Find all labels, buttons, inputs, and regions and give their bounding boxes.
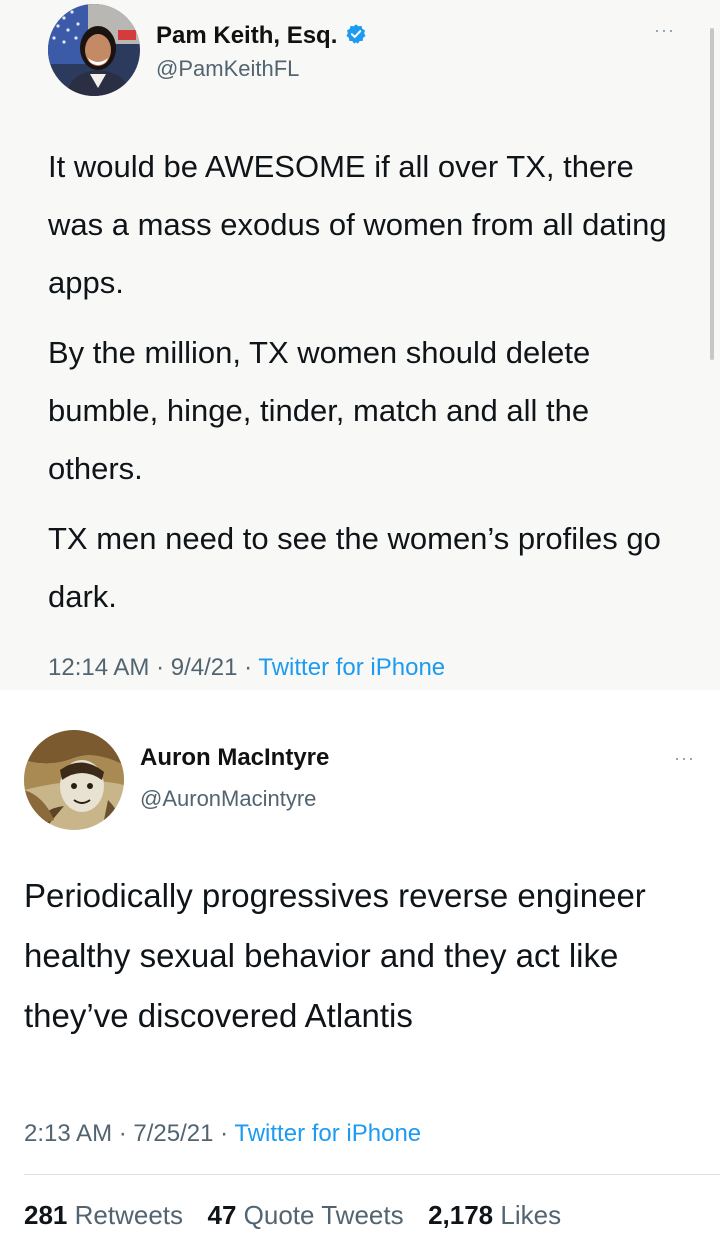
avatar[interactable] <box>24 730 124 830</box>
divider <box>24 1174 720 1175</box>
tweet-text: Periodically progressives reverse engine… <box>24 866 704 1046</box>
tweet-source-link[interactable]: Twitter for iPhone <box>234 1120 421 1147</box>
scrollbar[interactable] <box>710 28 714 360</box>
tweet-date[interactable]: 7/25/21 <box>133 1120 213 1147</box>
meta-separator: · <box>156 654 165 681</box>
likes-label: Likes <box>500 1200 562 1230</box>
author-display-name[interactable]: Pam Keith, Esq. <box>156 22 337 50</box>
tweet-paragraph: TX men need to see the women’s profiles … <box>48 521 661 614</box>
author-handle[interactable]: @AuronMacintyre <box>140 786 316 812</box>
tweet-text: It would be AWESOME if all over TX, ther… <box>48 138 688 638</box>
tweet-date[interactable]: 9/4/21 <box>171 654 238 681</box>
quote-tweets-count: 47 <box>207 1200 237 1230</box>
tweet-time[interactable]: 12:14 AM <box>48 654 149 681</box>
tweet-paragraph: It would be AWESOME if all over TX, ther… <box>48 149 667 300</box>
quote-tweets-stat[interactable]: 47 Quote Tweets <box>207 1200 410 1230</box>
tweet-card-pam-keith[interactable]: Pam Keith, Esq. @PamKeithFL ··· It would… <box>0 0 720 690</box>
avatar[interactable] <box>48 4 140 96</box>
tweet-source-link[interactable]: Twitter for iPhone <box>258 654 445 681</box>
engagement-stats: 281 Retweets 47 Quote Tweets 2,178 Likes <box>24 1200 561 1231</box>
author-handle[interactable]: @PamKeithFL <box>156 56 299 82</box>
retweets-stat[interactable]: 281 Retweets <box>24 1200 190 1230</box>
meta-separator: · <box>244 654 253 681</box>
tweet-metadata: 2:13 AM · 7/25/21 · Twitter for iPhone <box>24 1120 421 1148</box>
likes-stat[interactable]: 2,178 Likes <box>428 1200 561 1230</box>
tweet-paragraph: Periodically progressives reverse engine… <box>24 877 646 1034</box>
verified-badge-icon <box>345 23 367 50</box>
retweets-label: Retweets <box>74 1200 184 1230</box>
tweet-time[interactable]: 2:13 AM <box>24 1120 112 1147</box>
meta-separator: · <box>220 1120 229 1147</box>
retweets-count: 281 <box>24 1200 68 1230</box>
tweet-paragraph: By the million, TX women should delete b… <box>48 335 591 486</box>
more-options-icon[interactable]: ··· <box>674 748 695 769</box>
avatar-image <box>24 730 124 830</box>
quote-tweets-label: Quote Tweets <box>243 1200 404 1230</box>
author-name-row[interactable]: Auron MacIntyre <box>140 744 329 772</box>
tweet-card-auron-macintyre[interactable]: Auron MacIntyre @AuronMacintyre ··· Peri… <box>0 690 720 1243</box>
author-name-row[interactable]: Pam Keith, Esq. <box>156 22 367 50</box>
tweet-metadata: 12:14 AM · 9/4/21 · Twitter for iPhone <box>48 654 445 682</box>
author-display-name[interactable]: Auron MacIntyre <box>140 744 329 772</box>
meta-separator: · <box>118 1120 127 1147</box>
avatar-image <box>48 4 140 96</box>
likes-count: 2,178 <box>428 1200 494 1230</box>
more-options-icon[interactable]: ··· <box>654 20 675 41</box>
